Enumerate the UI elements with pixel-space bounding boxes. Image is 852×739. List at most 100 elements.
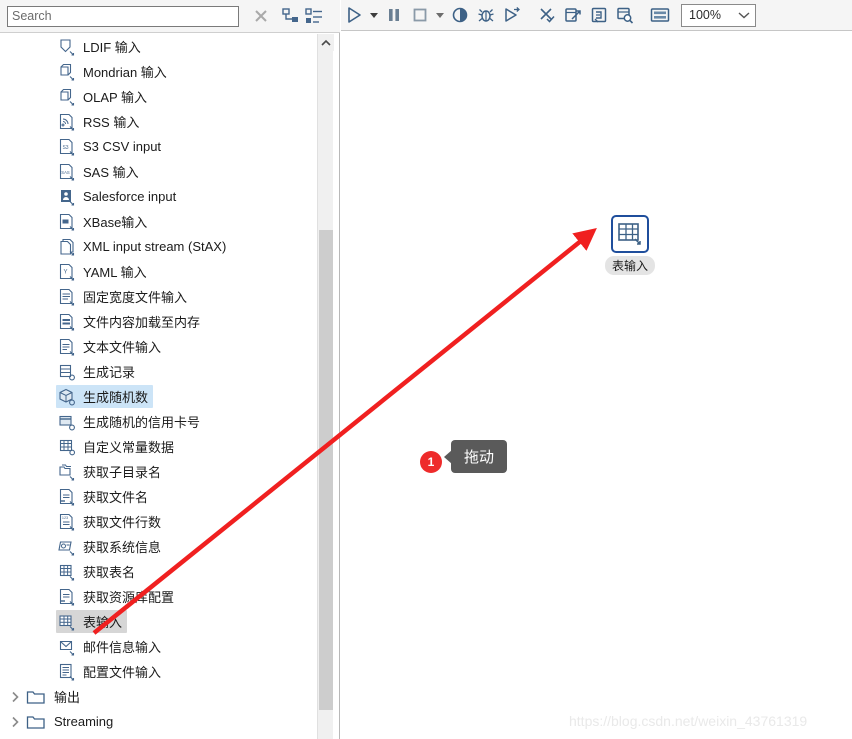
mail-input-icon	[58, 638, 76, 656]
tree-item-label: OLAP 输入	[83, 90, 148, 105]
text-file-input-icon	[58, 338, 76, 356]
tree-item-label: Mondrian 输入	[83, 65, 167, 80]
tree-step-row[interactable]: 获取文件名	[0, 484, 316, 509]
fixed-width-file-input-icon	[58, 288, 76, 306]
collapse-tree-icon[interactable]	[305, 8, 323, 25]
tree-item-label: 文本文件输入	[83, 340, 162, 355]
get-table-names-icon	[58, 563, 76, 581]
pause-icon[interactable]	[381, 2, 407, 28]
olap-input-icon	[58, 88, 76, 106]
tree-step-row[interactable]: 配置文件输入	[0, 659, 316, 684]
chevron-right-icon[interactable]	[8, 690, 22, 704]
tree-step-row[interactable]: 文本文件输入	[0, 334, 316, 359]
replay-play-icon[interactable]	[499, 2, 525, 28]
tree-folder-row[interactable]: 输出	[0, 684, 316, 709]
verify-check-icon[interactable]	[534, 2, 560, 28]
generate-random-value-icon	[58, 388, 76, 406]
steps-tree-panel: LDIF 输入 Mondrian 输入 OLAP 输入 RSS 输入 S3 S3 CSV …	[0, 0, 340, 739]
tree-step-row[interactable]: Salesforce input	[0, 184, 316, 209]
tree-folder-row[interactable]: Streaming	[0, 709, 316, 734]
transformation-toolbar: 100%	[341, 0, 852, 31]
tree-item-label: 生成随机的信用卡号	[83, 415, 201, 430]
table-input-step-icon[interactable]	[611, 215, 649, 253]
s3-csv-input-icon: S3	[58, 138, 76, 156]
play-icon[interactable]	[341, 2, 367, 28]
tree-step-row[interactable]: 邮件信息输入	[0, 634, 316, 659]
tree-step-row[interactable]: 获取表名	[0, 559, 316, 584]
ldif-input-icon	[58, 38, 76, 56]
zoom-level-combobox[interactable]: 100%	[681, 3, 756, 27]
sas-input-icon: SAS	[58, 163, 76, 181]
tree-item-label: 输出	[54, 690, 81, 705]
database-search-icon[interactable]	[612, 2, 638, 28]
tree-item-label: 获取文件名	[83, 490, 149, 505]
load-file-to-memory-icon	[58, 313, 76, 331]
grid-results-icon[interactable]	[647, 2, 673, 28]
tree-item-label: YAML 输入	[83, 265, 147, 280]
tree-step-row[interactable]: 生成记录	[0, 359, 316, 384]
tree-step-row[interactable]: 文件内容加载至内存	[0, 309, 316, 334]
preview-eye-icon[interactable]	[447, 2, 473, 28]
chevron-down-icon[interactable]	[367, 2, 381, 28]
table-input-icon	[58, 613, 76, 631]
mondrian-input-icon	[58, 63, 76, 81]
tree-step-row[interactable]: LDIF 输入	[0, 34, 316, 59]
property-input-icon	[58, 663, 76, 681]
annotation-callout-drag: 拖动	[443, 440, 508, 473]
bug-icon[interactable]	[473, 2, 499, 28]
tree-step-row[interactable]: 获取子目录名	[0, 459, 316, 484]
xml-stax-input-icon	[58, 238, 76, 256]
tree-step-row[interactable]: RSS 输入	[0, 109, 316, 134]
stop-icon[interactable]	[407, 2, 433, 28]
tree-step-row[interactable]: Mondrian 输入	[0, 59, 316, 84]
tree-item-label: 表输入	[83, 615, 123, 630]
get-file-rowcount-icon: 123	[58, 513, 76, 531]
tree-step-row[interactable]: 123 获取文件行数	[0, 509, 316, 534]
tree-step-row[interactable]: 固定宽度文件输入	[0, 284, 316, 309]
tree-step-row[interactable]: 表输入	[0, 609, 316, 634]
transformation-canvas[interactable]: 表输入 1 拖动 https://blog.csdn.net/weixin_43…	[341, 32, 852, 739]
chevron-down-icon[interactable]	[738, 8, 750, 22]
tree-step-row[interactable]: 生成随机数	[0, 384, 316, 409]
yaml-input-icon: Y	[58, 263, 76, 281]
tree-step-row[interactable]: 生成随机的信用卡号	[0, 409, 316, 434]
zoom-level-value: 100%	[689, 8, 721, 22]
close-x-icon[interactable]	[252, 7, 270, 25]
canvas-step-table-input[interactable]: 表输入	[600, 215, 660, 275]
tree-item-label: Streaming	[54, 714, 114, 729]
tree-step-row[interactable]: SAS SAS 输入	[0, 159, 316, 184]
tree-item-label: 文件内容加载至内存	[83, 315, 201, 330]
tree-step-row[interactable]: Y YAML 输入	[0, 259, 316, 284]
tree-item-label: LDIF 输入	[83, 40, 141, 55]
tree-vertical-scrollbar[interactable]	[317, 34, 334, 739]
tree-step-row[interactable]: XBase输入	[0, 209, 316, 234]
tree-item-label: 生成随机数	[83, 390, 149, 405]
vertical-scroll-thumb[interactable]	[319, 230, 333, 710]
tree-item-label: 获取表名	[83, 565, 136, 580]
expand-tree-icon[interactable]	[282, 8, 300, 25]
svg-text:S3: S3	[62, 145, 68, 151]
chevron-down-icon[interactable]	[433, 2, 447, 28]
tree-item-label: SAS 输入	[83, 165, 139, 180]
tree-step-row[interactable]: 获取资源库配置	[0, 584, 316, 609]
sql-script-icon[interactable]	[586, 2, 612, 28]
kettle-spoon-window: LDIF 输入 Mondrian 输入 OLAP 输入 RSS 输入 S3 S3 CSV …	[0, 0, 852, 739]
generate-rows-icon	[58, 363, 76, 381]
impact-arrow-icon[interactable]	[560, 2, 586, 28]
tree-step-row[interactable]: 获取系统信息	[0, 534, 316, 559]
tree-step-row[interactable]: XML input stream (StAX)	[0, 234, 316, 259]
search-input[interactable]	[7, 5, 239, 27]
tree-item-label: 邮件信息输入	[83, 640, 162, 655]
canvas-step-label: 表输入	[604, 256, 655, 275]
steps-tree[interactable]: LDIF 输入 Mondrian 输入 OLAP 输入 RSS 输入 S3 S3 CSV …	[0, 34, 316, 739]
chevron-up-icon[interactable]	[318, 34, 334, 51]
chevron-right-icon[interactable]	[8, 715, 22, 729]
tree-step-row[interactable]: 自定义常量数据	[0, 434, 316, 459]
tree-step-row[interactable]: S3 S3 CSV input	[0, 134, 316, 159]
folder-icon	[26, 688, 46, 706]
tree-item-label: 获取文件行数	[83, 515, 162, 530]
tree-item-label: 获取资源库配置	[83, 590, 175, 605]
tree-step-row[interactable]: OLAP 输入	[0, 84, 316, 109]
tree-item-label: RSS 输入	[83, 115, 140, 130]
data-grid-icon	[58, 438, 76, 456]
